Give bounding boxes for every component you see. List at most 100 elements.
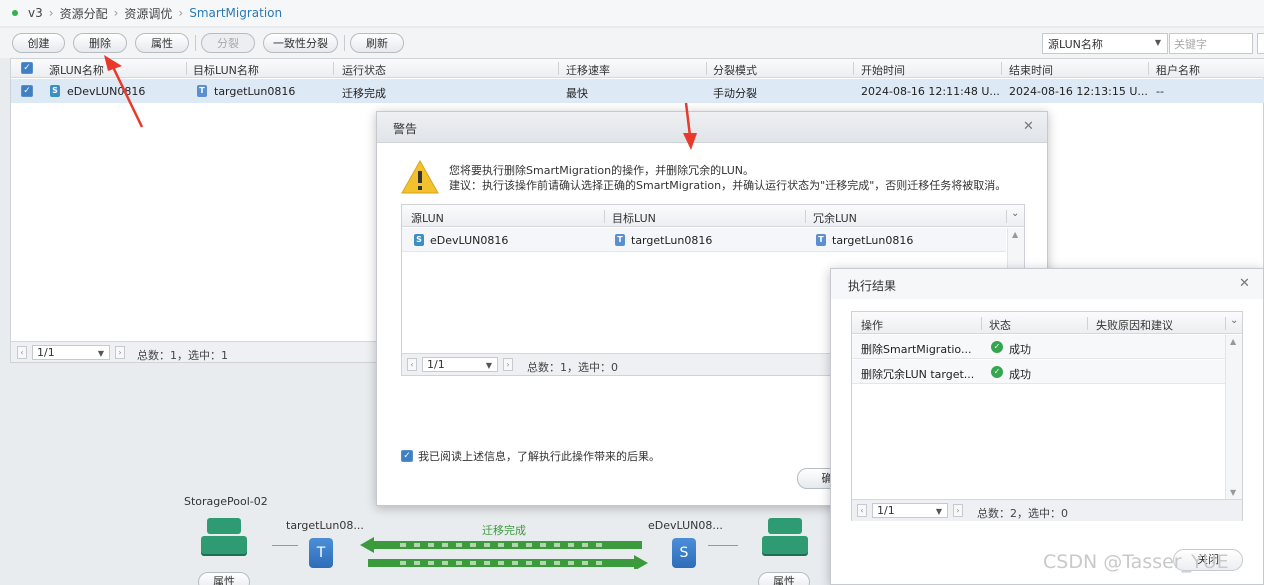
column-menu-icon[interactable]: ⌄ — [1230, 315, 1238, 326]
column-header[interactable]: 目标LUN — [612, 210, 656, 226]
target-lun-icon: T — [197, 85, 207, 97]
target-lun-label: targetLun08... — [286, 519, 364, 532]
column-header[interactable]: 结束时间 — [1009, 62, 1053, 78]
scroll-up-icon[interactable]: ▲ — [1230, 337, 1236, 346]
scrollbar[interactable]: ▲ ▼ — [1225, 335, 1242, 499]
column-divider — [706, 62, 707, 75]
breadcrumb-item-current: SmartMigration — [189, 6, 283, 20]
delete-button[interactable]: 删除 — [73, 33, 127, 53]
page-select[interactable]: 1/1 ▼ — [872, 503, 948, 518]
column-header[interactable]: 分裂模式 — [713, 62, 757, 78]
source-lun-disk-icon[interactable]: S — [672, 538, 696, 568]
breadcrumb-item-system[interactable]: v3 — [28, 6, 43, 20]
source-lun-icon: S — [50, 85, 60, 97]
pool-properties-button[interactable]: 属性 — [758, 572, 810, 585]
consistent-split-button[interactable]: 一致性分裂 — [263, 33, 338, 53]
chevron-right-icon: › — [178, 6, 184, 20]
status-dot-icon — [12, 10, 18, 16]
chevron-right-icon: › — [48, 6, 54, 20]
close-icon[interactable]: ✕ — [1239, 276, 1250, 291]
column-header[interactable]: 失败原因和建议 — [1096, 317, 1173, 333]
caret-down-icon: ▼ — [97, 349, 104, 358]
column-header[interactable]: 冗余LUN — [813, 210, 857, 226]
prev-page-icon[interactable]: ‹ — [857, 504, 867, 517]
column-menu-icon[interactable]: ⌄ — [1011, 208, 1019, 219]
column-header[interactable]: 开始时间 — [861, 62, 905, 78]
column-divider — [558, 62, 559, 75]
redundant-lun-icon: T — [816, 234, 826, 246]
cell-source-lun: eDevLUN0816 — [430, 234, 509, 247]
column-divider — [333, 62, 334, 75]
filter-field-value: 源LUN名称 — [1048, 37, 1103, 51]
cell-operation: 删除冗余LUN target... — [861, 368, 975, 381]
column-header[interactable]: 状态 — [989, 317, 1011, 333]
table-header: 操作 状态 失败原因和建议 ⌄ — [852, 312, 1242, 334]
breadcrumb-item-allocation[interactable]: 资源分配 — [60, 5, 108, 22]
cell-status: 成功 — [1009, 343, 1031, 356]
cell-rate: 最快 — [566, 87, 588, 100]
column-divider — [981, 317, 982, 330]
properties-button[interactable]: 属性 — [135, 33, 189, 53]
pool-properties-button[interactable]: 属性 — [198, 572, 250, 585]
cell-redundant-lun: targetLun0816 — [832, 234, 914, 247]
column-header[interactable]: 操作 — [861, 317, 883, 333]
table-row[interactable]: S eDevLUN0816 T targetLun0816 T targetLu… — [402, 228, 1006, 252]
column-header[interactable]: 源LUN名称 — [49, 62, 104, 78]
chevron-right-icon: › — [113, 6, 119, 20]
split-button[interactable]: 分裂 — [201, 33, 255, 53]
caret-down-icon: ▼ — [485, 361, 492, 370]
refresh-button[interactable]: 刷新 — [350, 33, 404, 53]
checkbox-checked-icon[interactable]: ✓ — [401, 450, 413, 462]
dialog-title: 执行结果 — [848, 279, 897, 293]
column-header[interactable]: 目标LUN名称 — [193, 62, 259, 78]
select-all-checkbox[interactable]: ✓ — [21, 62, 33, 74]
prev-page-icon[interactable]: ‹ — [407, 358, 417, 371]
result-table: 操作 状态 失败原因和建议 ⌄ 删除SmartMigratio... ✓ 成功 … — [851, 311, 1243, 521]
dialog-header: 警告 ✕ — [377, 112, 1047, 143]
column-divider — [1148, 62, 1149, 75]
next-page-icon[interactable]: › — [953, 504, 963, 517]
table-row[interactable]: 删除SmartMigratio... ✓ 成功 — [852, 335, 1225, 359]
close-icon[interactable]: ✕ — [1023, 119, 1034, 134]
dialog-title: 警告 — [393, 122, 418, 136]
table-row[interactable]: ✓ S eDevLUN0816 T targetLun0816 迁移完成 最快 … — [11, 79, 1264, 103]
toolbar-divider — [195, 35, 196, 51]
watermark: CSDN @Tasser_YUE — [1043, 551, 1229, 573]
storage-pool-icon[interactable] — [201, 518, 247, 558]
pager-summary: 总数：2，选中：0 — [977, 507, 1068, 520]
row-checkbox[interactable]: ✓ — [21, 85, 33, 97]
page-value: 1/1 — [877, 504, 895, 517]
column-header[interactable]: 源LUN — [411, 210, 444, 226]
create-button[interactable]: 创建 — [12, 33, 65, 53]
source-lun-label: eDevLUN08... — [648, 519, 723, 532]
breadcrumb-item-tuning[interactable]: 资源调优 — [124, 5, 172, 22]
target-lun-disk-icon[interactable]: T — [309, 538, 333, 568]
page-select[interactable]: 1/1 ▼ — [422, 357, 498, 372]
scroll-up-icon[interactable]: ▲ — [1012, 230, 1018, 239]
column-divider — [1001, 62, 1002, 75]
next-page-icon[interactable]: › — [115, 346, 125, 359]
toolbar-divider — [344, 35, 345, 51]
page-value: 1/1 — [37, 346, 55, 359]
keyword-input[interactable]: 关键字 — [1169, 33, 1253, 54]
success-icon: ✓ — [991, 341, 1003, 353]
column-header[interactable]: 租户名称 — [1156, 62, 1200, 78]
page-value: 1/1 — [427, 358, 445, 371]
scroll-down-icon[interactable]: ▼ — [1230, 488, 1236, 497]
column-divider — [1006, 210, 1007, 223]
table-row[interactable]: 删除冗余LUN target... ✓ 成功 — [852, 360, 1225, 384]
next-page-icon[interactable]: › — [503, 358, 513, 371]
storage-pool-icon[interactable] — [762, 518, 808, 558]
column-header[interactable]: 迁移速率 — [566, 62, 610, 78]
cell-operation: 删除SmartMigratio... — [861, 343, 972, 356]
pager-summary: 总数：1，选中：1 — [137, 349, 228, 362]
search-button[interactable] — [1257, 33, 1264, 54]
page-select[interactable]: 1/1 ▼ — [32, 345, 110, 360]
cell-status: 迁移完成 — [342, 87, 386, 100]
prev-page-icon[interactable]: ‹ — [17, 346, 27, 359]
acknowledge-checkbox[interactable]: ✓ 我已阅读上述信息，了解执行此操作带来的后果。 — [401, 448, 660, 464]
table-pager: ‹ 1/1 ▼ › 总数：2，选中：0 — [852, 499, 1242, 521]
filter-field-select[interactable]: 源LUN名称 ▼ — [1042, 33, 1168, 54]
warning-advice: 建议：执行该操作前请确认选择正确的SmartMigration，并确认运行状态为… — [449, 179, 1007, 192]
column-header[interactable]: 运行状态 — [342, 62, 386, 78]
